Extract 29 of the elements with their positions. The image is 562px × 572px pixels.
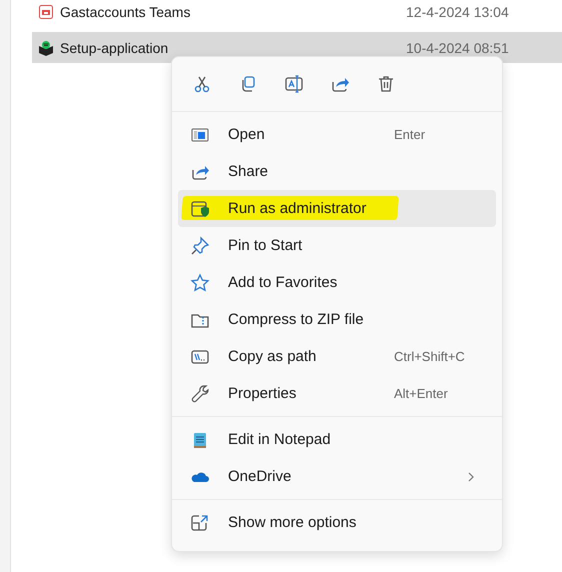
menu-item[interactable]: Run as administrator	[178, 190, 496, 227]
expand-icon	[190, 512, 210, 532]
shortcut-text: Alt+Enter	[394, 386, 449, 401]
menu-item[interactable]: Show more options	[178, 504, 496, 541]
rename-icon	[284, 74, 304, 94]
pin-icon	[190, 236, 210, 256]
file-icon	[38, 4, 54, 20]
menu-item[interactable]: Edit in Notepad	[178, 421, 496, 458]
file-date: 10-4-2024 08:51	[406, 40, 509, 56]
file-row[interactable]: Gastaccounts Teams 12-4-2024 13:04	[32, 0, 562, 28]
scissors-icon	[192, 74, 212, 94]
shortcut-text: Ctrl+Shift+C	[394, 349, 466, 364]
menu-item[interactable]: Share	[178, 153, 496, 190]
menu-item[interactable]: Open Enter	[178, 116, 496, 153]
menu-item[interactable]: Copy as path Ctrl+Shift+C	[178, 338, 496, 375]
menu-item[interactable]: OneDrive	[178, 458, 496, 495]
menu-item[interactable]: Properties Alt+Enter	[178, 375, 496, 412]
wrench-icon	[190, 384, 210, 404]
file-name: Setup-application	[60, 40, 170, 56]
file-name: Gastaccounts Teams	[60, 4, 192, 20]
trash-icon	[376, 74, 396, 94]
file-date: 12-4-2024 13:04	[406, 4, 509, 20]
menu-item[interactable]: Compress to ZIP file	[178, 301, 496, 338]
menu-item[interactable]: Pin to Start	[178, 227, 496, 264]
star-icon	[190, 272, 210, 292]
installer-icon	[38, 40, 54, 56]
menu-item[interactable]: Add to Favorites	[178, 264, 496, 301]
shield-window-icon	[190, 198, 210, 218]
shortcut-text: Enter	[394, 127, 426, 142]
